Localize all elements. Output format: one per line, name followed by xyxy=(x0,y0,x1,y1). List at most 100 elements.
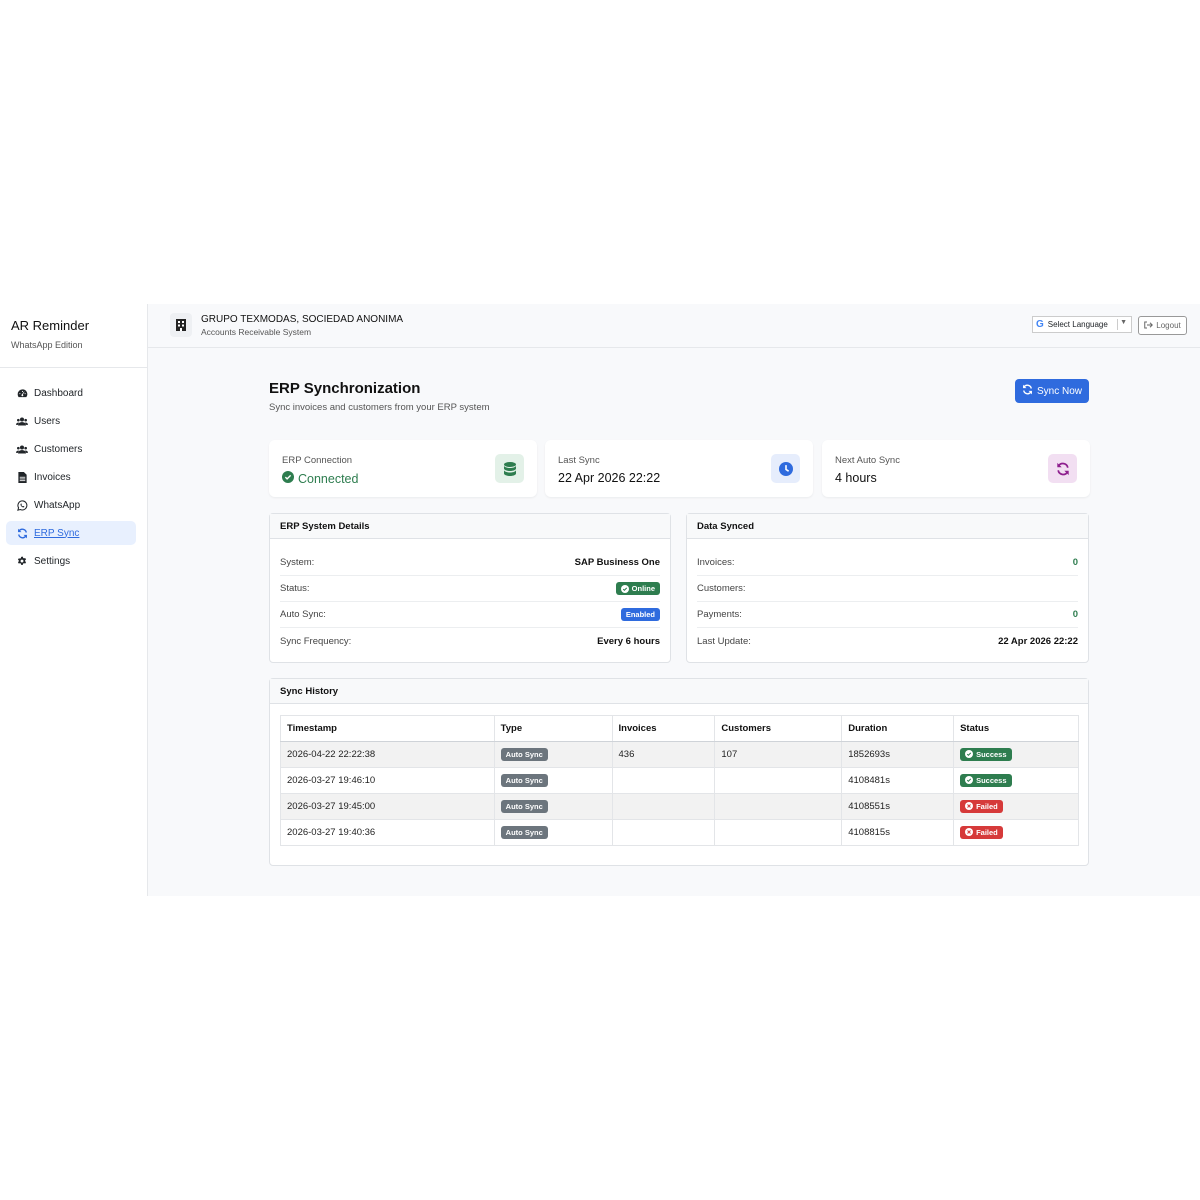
panel-title: Data Synced xyxy=(687,514,1088,539)
check-circle-icon xyxy=(965,750,974,759)
last-sync-card: Last Sync 22 Apr 2026 22:22 xyxy=(545,440,813,497)
x-circle-icon xyxy=(965,802,974,811)
detail-value: SAP Business One xyxy=(574,557,660,568)
cell-invoices xyxy=(611,767,716,794)
x-circle-icon xyxy=(965,828,974,837)
sidebar-item-customers[interactable]: Customers xyxy=(6,437,136,461)
users-icon xyxy=(16,416,28,427)
check-circle-icon xyxy=(282,471,294,486)
clock-icon xyxy=(771,454,800,483)
column-header: Invoices xyxy=(611,715,716,742)
cell-duration: 4108815s xyxy=(841,819,955,846)
table-header-row: Timestamp Type Invoices Customers Durati… xyxy=(280,715,1079,742)
cell-timestamp: 2026-03-27 19:40:36 xyxy=(280,819,495,846)
status-badge: Success xyxy=(960,747,1012,761)
sidebar-item-label: Users xyxy=(34,415,61,427)
table-row: 2026-03-27 19:40:36 Auto Sync 4108815s F… xyxy=(280,819,1079,846)
company-name: GRUPO TEXMODAS, SOCIEDAD ANONIMA xyxy=(201,314,404,325)
type-badge: Auto Sync xyxy=(500,748,548,761)
cell-customers xyxy=(714,819,843,846)
brand: AR Reminder WhatsApp Edition xyxy=(0,304,147,368)
building-icon xyxy=(170,313,192,337)
page-subtitle: Sync invoices and customers from your ER… xyxy=(269,402,490,413)
cell-customers: 107 xyxy=(714,741,843,768)
sidebar-item-dashboard[interactable]: Dashboard xyxy=(6,381,136,405)
status-badge-label: Online xyxy=(631,584,655,593)
logout-button[interactable]: Logout xyxy=(1138,316,1187,335)
dashboard-icon xyxy=(16,388,28,399)
sidebar-item-invoices[interactable]: Invoices xyxy=(6,465,136,489)
detail-value: 22 Apr 2026 22:22 xyxy=(998,635,1078,647)
gear-icon xyxy=(16,556,28,566)
column-header: Timestamp xyxy=(280,715,495,742)
synced-row-last-update: Last Update: 22 Apr 2026 22:22 xyxy=(697,628,1078,654)
table-row: 2026-04-22 22:22:38 Auto Sync 436 107 18… xyxy=(280,741,1079,768)
detail-label: Customers: xyxy=(697,583,746,594)
table-row: 2026-03-27 19:45:00 Auto Sync 4108551s F… xyxy=(280,793,1079,820)
logout-label: Logout xyxy=(1156,321,1181,330)
sync-history-panel: Sync History Timestamp Type Invoices Cus… xyxy=(269,678,1089,866)
language-select-label: Select Language xyxy=(1047,320,1108,329)
cell-customers xyxy=(714,793,843,820)
company-subtitle: Accounts Receivable System xyxy=(201,327,312,337)
cell-customers xyxy=(714,767,843,794)
erp-connection-card: ERP Connection Connected xyxy=(269,440,537,497)
auto-sync-badge: Enabled xyxy=(620,608,660,621)
detail-label: Sync Frequency: xyxy=(280,635,352,647)
sidebar-item-label: ERP Sync xyxy=(34,527,80,539)
sidebar-nav: Dashboard Users Customers Invoices Whats… xyxy=(0,368,147,573)
detail-label: Last Update: xyxy=(697,635,751,647)
detail-value: Every 6 hours xyxy=(597,635,660,647)
sidebar: AR Reminder WhatsApp Edition Dashboard U… xyxy=(0,304,148,896)
data-synced-panel: Data Synced Invoices: 0 Customers: Payme… xyxy=(686,513,1089,663)
sidebar-item-settings[interactable]: Settings xyxy=(6,549,136,573)
sidebar-item-whatsapp[interactable]: WhatsApp xyxy=(6,493,136,517)
invoice-icon xyxy=(16,471,28,483)
cell-duration: 4108481s xyxy=(841,767,955,794)
stat-label: Next Auto Sync xyxy=(835,455,900,466)
detail-value: 0 xyxy=(1072,557,1078,568)
sidebar-item-erp-sync[interactable]: ERP Sync xyxy=(6,521,136,545)
next-sync-value: 4 hours xyxy=(835,471,877,485)
panel-title: Sync History xyxy=(270,679,1088,704)
status-label: Success xyxy=(976,775,1007,785)
next-auto-sync-card: Next Auto Sync 4 hours xyxy=(822,440,1090,497)
sync-now-label: Sync Now xyxy=(1036,385,1082,397)
language-select[interactable]: G Select Language ▼ xyxy=(1032,316,1132,333)
customers-icon xyxy=(16,444,28,455)
status-badge: Failed xyxy=(960,799,1003,813)
refresh-icon xyxy=(1048,454,1077,483)
cell-invoices: 436 xyxy=(611,741,716,768)
status-badge: Online xyxy=(615,582,660,595)
column-header: Duration xyxy=(841,715,955,742)
cell-duration: 1852693s xyxy=(841,741,955,768)
whatsapp-icon xyxy=(16,499,28,511)
column-header: Status xyxy=(953,715,1079,742)
type-badge: Auto Sync xyxy=(500,826,548,839)
sync-icon xyxy=(16,528,28,539)
chevron-down-icon: ▼ xyxy=(1120,319,1127,326)
detail-label: Invoices: xyxy=(697,557,735,568)
sidebar-item-label: Settings xyxy=(34,555,71,567)
column-header: Customers xyxy=(714,715,843,742)
synced-row-invoices: Invoices: 0 xyxy=(697,550,1078,576)
sidebar-item-label: Customers xyxy=(34,443,83,455)
stat-label: ERP Connection xyxy=(282,455,353,466)
type-badge: Auto Sync xyxy=(500,800,548,813)
sidebar-item-label: WhatsApp xyxy=(34,499,81,511)
sidebar-item-users[interactable]: Users xyxy=(6,409,136,433)
detail-row-status: Status: Online xyxy=(280,576,660,602)
status-label: Failed xyxy=(976,827,998,837)
status-badge: Failed xyxy=(960,825,1003,839)
cell-timestamp: 2026-03-27 19:45:00 xyxy=(280,793,495,820)
stat-label: Last Sync xyxy=(558,455,600,466)
logout-icon xyxy=(1144,321,1154,331)
stat-value: Connected xyxy=(282,471,358,486)
synced-row-customers: Customers: xyxy=(697,576,1078,602)
detail-label: Payments: xyxy=(697,609,742,620)
sync-now-button[interactable]: Sync Now xyxy=(1015,379,1089,403)
type-badge: Auto Sync xyxy=(500,774,548,787)
cell-duration: 4108551s xyxy=(841,793,955,820)
sync-history-table: Timestamp Type Invoices Customers Durati… xyxy=(280,715,1079,846)
app-subtitle: WhatsApp Edition xyxy=(11,340,83,350)
